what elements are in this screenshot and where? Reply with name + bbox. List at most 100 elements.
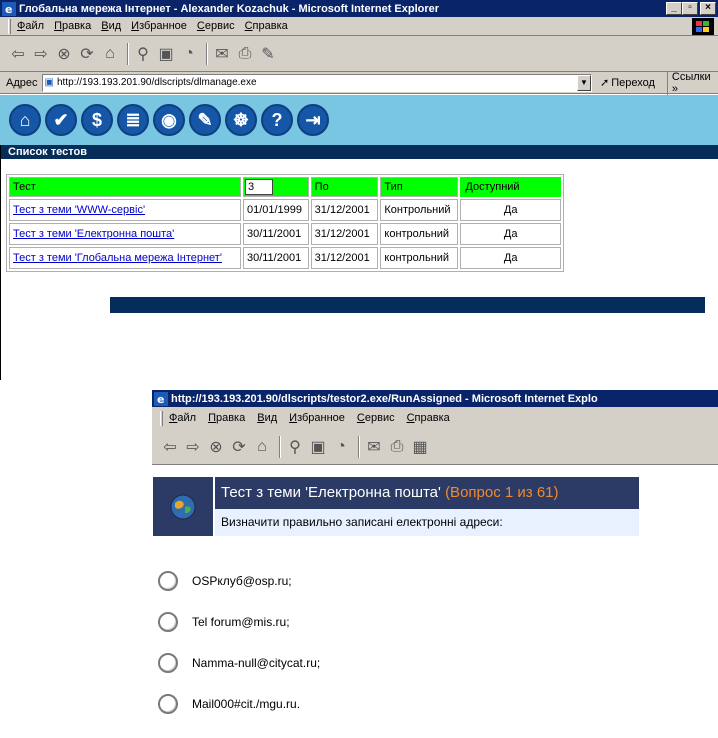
mail-icon[interactable]: ✉ — [212, 44, 232, 64]
favorites-icon[interactable]: ▣ — [308, 437, 328, 457]
table-header-row: Тест По Тип Доступний — [9, 177, 561, 197]
network-icon[interactable]: ☸ — [225, 104, 257, 136]
radio-button[interactable] — [158, 611, 178, 632]
money-icon[interactable]: $ — [81, 104, 113, 136]
ie-logo-icon: e — [2, 1, 16, 16]
print-icon[interactable]: ⎙ — [387, 437, 407, 457]
from-cell: 30/11/2001 — [242, 223, 309, 245]
answer-option[interactable]: Namma-null@citycat.ru; — [158, 652, 320, 673]
test-link[interactable]: Тест з теми 'Електронна пошта' — [13, 228, 174, 240]
menu-edit[interactable]: Правка — [208, 412, 245, 424]
test-cell: Тест з теми 'Електронна пошта' — [9, 223, 241, 245]
standard-toolbar: ⇦ ⇨ ⊗ ⟳ ⌂ ⚲ ▣ ◔ ✉ ⎙ ✎ — [0, 36, 718, 72]
stop-icon[interactable]: ⊗ — [206, 437, 226, 457]
answer-option[interactable]: Mail000#cit./mgu.ru. — [158, 693, 320, 714]
footer-bar — [110, 297, 705, 313]
available-cell: Да — [460, 247, 561, 269]
page-border — [0, 145, 1, 380]
window-title: Глобальна мережа Інтернет - Alexander Ko… — [19, 2, 440, 15]
forward-icon[interactable]: ⇨ — [31, 44, 51, 64]
menu-edit[interactable]: Правка — [54, 20, 91, 32]
to-cell: 31/12/2001 — [310, 223, 379, 245]
radio-button[interactable] — [158, 693, 178, 714]
menu-file[interactable]: Файл — [17, 20, 44, 32]
stop-icon[interactable]: ⊗ — [54, 44, 74, 64]
count-input[interactable] — [244, 179, 273, 195]
forward-icon[interactable]: ⇨ — [183, 437, 203, 457]
answer-label: Namma-null@citycat.ru; — [192, 655, 321, 670]
header-from — [242, 177, 309, 197]
speech-icon[interactable]: ◉ — [153, 104, 185, 136]
question-prompt: Визначити правильно записані електронні … — [215, 509, 639, 536]
back-icon[interactable]: ⇦ — [8, 44, 28, 64]
menu-view[interactable]: Вид — [257, 412, 277, 424]
table-row: Тест з теми 'Глобальна мережа Інтернет' … — [9, 247, 561, 269]
document-icon[interactable]: ✔ — [45, 104, 77, 136]
go-button[interactable]: ➚ Переход — [600, 76, 655, 90]
ie-logo-icon: e — [154, 391, 168, 406]
from-cell: 01/01/1999 — [242, 199, 309, 221]
toolbar-separator — [127, 42, 129, 65]
menu-view[interactable]: Вид — [101, 20, 121, 32]
header-available: Доступний — [460, 177, 561, 197]
test-link[interactable]: Тест з теми 'Глобальна мережа Інтернет' — [13, 252, 222, 264]
home-icon[interactable]: ⌂ — [9, 104, 41, 136]
help-icon[interactable]: ? — [261, 104, 293, 136]
question-count: (Вопрос 1 из 61) — [445, 484, 559, 501]
type-cell: контрольний — [380, 223, 459, 245]
menu-help[interactable]: Справка — [245, 20, 288, 32]
question-title-text: Тест з теми 'Електронна пошта' — [221, 484, 441, 501]
maximize-button[interactable]: ▫ — [682, 2, 698, 15]
books-icon[interactable]: ≣ — [117, 104, 149, 136]
to-cell: 31/12/2001 — [310, 199, 379, 221]
menu-favorites[interactable]: Избранное — [289, 412, 345, 424]
header-type: Тип — [380, 177, 459, 197]
menu-favorites[interactable]: Избранное — [131, 20, 187, 32]
answer-option[interactable]: OSPклуб@osp.ru; — [158, 570, 320, 591]
menu-help[interactable]: Справка — [407, 412, 450, 424]
section-title: Список тестов — [0, 145, 718, 159]
address-bar: Адрес ▣ http://193.193.201.90/dlscripts/… — [0, 70, 718, 95]
links-button[interactable]: Ссылки » — [666, 70, 718, 95]
edit-page-icon[interactable]: ▦ — [410, 437, 430, 457]
svg-text:e: e — [157, 393, 164, 406]
menu-grip — [8, 18, 11, 34]
svg-text:e: e — [5, 3, 12, 16]
menu-tools[interactable]: Сервис — [357, 412, 395, 424]
standard-toolbar: ⇦ ⇨ ⊗ ⟳ ⌂ ⚲ ▣ ◔ ✉ ⎙ ▦ — [152, 429, 718, 465]
to-cell: 31/12/2001 — [310, 247, 379, 269]
home-toolbar-icon[interactable]: ⌂ — [252, 437, 272, 457]
radio-button[interactable] — [158, 570, 178, 591]
exit-icon[interactable]: ⇥ — [297, 104, 329, 136]
test-link[interactable]: Тест з теми 'WWW-сервіс' — [13, 204, 145, 216]
edit-icon[interactable]: ✎ — [189, 104, 221, 136]
available-cell: Да — [460, 223, 561, 245]
close-button[interactable]: × — [700, 2, 716, 15]
refresh-icon[interactable]: ⟳ — [229, 437, 249, 457]
history-icon[interactable]: ◔ — [331, 437, 351, 457]
minimize-button[interactable]: _ — [666, 2, 682, 15]
search-icon[interactable]: ⚲ — [133, 44, 153, 64]
menu-tools[interactable]: Сервис — [197, 20, 235, 32]
favorites-icon[interactable]: ▣ — [156, 44, 176, 64]
refresh-icon[interactable]: ⟳ — [77, 44, 97, 64]
edit-page-icon[interactable]: ✎ — [258, 44, 278, 64]
menu-file[interactable]: Файл — [169, 412, 196, 424]
mail-icon[interactable]: ✉ — [364, 437, 384, 457]
answer-option[interactable]: Tel forum@mis.ru; — [158, 611, 320, 632]
question-title: Тест з теми 'Електронна пошта' (Вопрос 1… — [215, 477, 639, 509]
back-icon[interactable]: ⇦ — [160, 437, 180, 457]
address-dropdown-button[interactable]: ▼ — [576, 74, 591, 91]
address-input[interactable]: ▣ http://193.193.201.90/dlscripts/dlmana… — [41, 73, 592, 92]
address-url: http://193.193.201.90/dlscripts/dlmanage… — [56, 77, 257, 88]
nav-strip: ⌂ ✔ $ ≣ ◉ ✎ ☸ ? ⇥ — [0, 95, 718, 145]
history-icon[interactable]: ◔ — [179, 44, 199, 64]
radio-button[interactable] — [158, 652, 178, 673]
tests-table: Тест По Тип Доступний Тест з теми 'WWW-с… — [6, 174, 564, 272]
home-toolbar-icon[interactable]: ⌂ — [100, 44, 120, 64]
toolbar-separator — [206, 42, 208, 65]
menu-grip — [160, 410, 163, 426]
search-icon[interactable]: ⚲ — [285, 437, 305, 457]
test-cell: Тест з теми 'WWW-сервіс' — [9, 199, 241, 221]
print-icon[interactable]: ⎙ — [235, 44, 255, 64]
